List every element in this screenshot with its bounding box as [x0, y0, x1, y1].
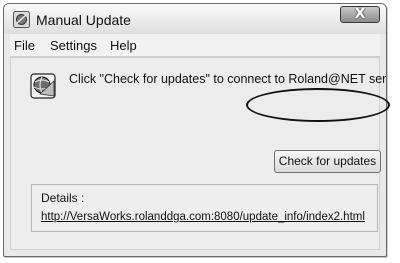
menu-settings[interactable]: Settings: [50, 38, 97, 53]
check-for-updates-button[interactable]: Check for updates: [274, 150, 381, 173]
menu-file[interactable]: File: [14, 38, 35, 53]
content-panel: Click "Check for updates" to connect to …: [10, 57, 386, 250]
close-button[interactable]: X: [340, 6, 380, 23]
instruction-message: Click "Check for updates" to connect to …: [69, 72, 387, 86]
menu-help[interactable]: Help: [110, 38, 137, 53]
manual-update-window: Manual Update X File Settings Help Click…: [3, 3, 387, 257]
details-label: Details :: [41, 191, 85, 205]
details-box: Details : http://VersaWorks.rolanddga.co…: [31, 184, 378, 232]
title-bar[interactable]: Manual Update X: [4, 4, 386, 34]
menu-bar: File Settings Help: [10, 34, 380, 57]
globe-icon: [30, 73, 56, 99]
window-title: Manual Update: [36, 12, 131, 28]
close-icon: X: [354, 6, 366, 22]
app-icon: [13, 11, 30, 28]
details-link[interactable]: http://VersaWorks.rolanddga.com:8080/upd…: [41, 211, 365, 223]
